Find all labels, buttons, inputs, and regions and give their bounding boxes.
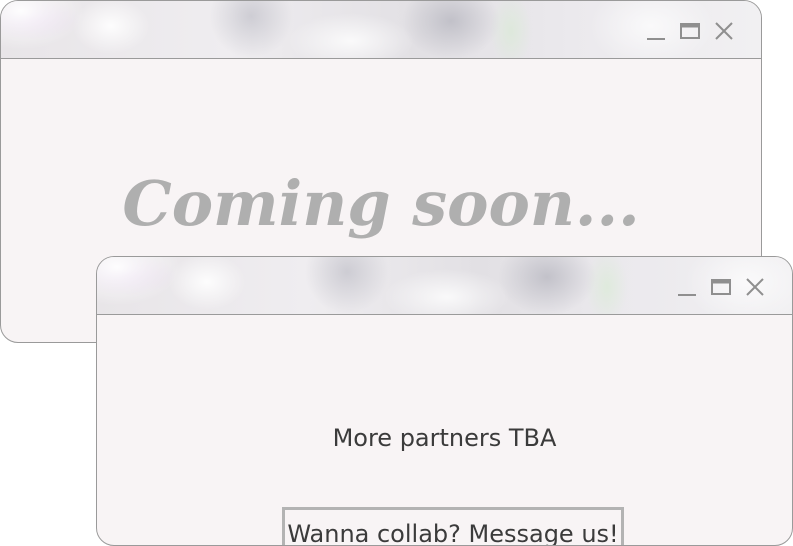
close-icon[interactable] — [713, 20, 735, 42]
minimize-icon[interactable] — [676, 276, 698, 298]
window-body: More partners TBA Wanna collab? Message … — [97, 315, 792, 545]
window-controls — [645, 20, 735, 42]
coming-soon-heading: Coming soon... — [122, 167, 640, 240]
partners-window: More partners TBA Wanna collab? Message … — [96, 256, 793, 546]
desktop-stage: Coming soon... More partners TBA Wanna c… — [0, 0, 793, 546]
window-controls — [676, 276, 766, 298]
minimize-icon[interactable] — [645, 20, 667, 42]
maximize-icon[interactable] — [679, 20, 701, 42]
close-icon[interactable] — [744, 276, 766, 298]
maximize-icon[interactable] — [710, 276, 732, 298]
partners-message: More partners TBA — [332, 424, 557, 452]
window-titlebar[interactable] — [1, 1, 761, 59]
window-titlebar[interactable] — [97, 257, 792, 315]
collab-message-button[interactable]: Wanna collab? Message us! — [282, 507, 624, 545]
